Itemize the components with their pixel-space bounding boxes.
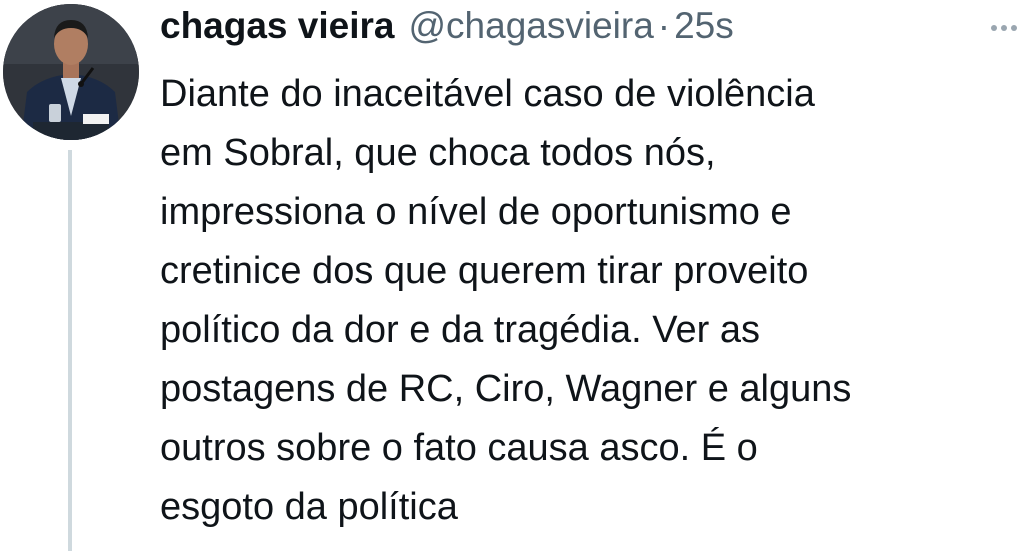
separator-dot: · (657, 5, 671, 46)
tweet-header: chagas vieira @chagasvieira · 25s (160, 4, 734, 48)
more-horizontal-icon[interactable] (984, 14, 1024, 42)
timestamp[interactable]: 25s (674, 4, 734, 48)
tweet-text: Diante do inaceitável caso de violência … (160, 73, 852, 528)
tweet[interactable]: chagas vieira @chagasvieira · 25s Diante… (0, 0, 1024, 551)
display-name[interactable]: chagas vieira (160, 4, 394, 48)
user-handle[interactable]: @chagasvieira (408, 4, 653, 48)
avatar[interactable] (3, 4, 139, 140)
thread-line (68, 150, 72, 551)
profile-photo (3, 4, 139, 140)
